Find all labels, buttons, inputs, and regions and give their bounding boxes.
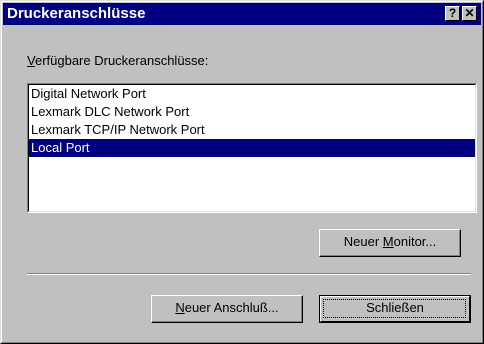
label-part: onitor... [393,234,437,249]
title-bar[interactable]: Druckeranschlüsse ? ✕ [3,3,481,25]
list-item-lexmark-dlc-network-port[interactable]: Lexmark DLC Network Port [29,103,475,121]
label-text: erfügbare Druckeranschlüsse: [34,53,209,68]
close-label: Schließen [366,300,424,315]
label-mnemonic: V [27,53,35,68]
new-monitor-label: Neuer Monitor... [344,234,437,249]
list-item-lexmark-tcpip-network-port[interactable]: Lexmark TCP/IP Network Port [29,121,475,139]
new-port-label: Neuer Anschluß... [175,300,278,315]
printer-ports-dialog: Druckeranschlüsse ? ✕ Verfügbare Drucker… [0,0,484,344]
list-item-local-port[interactable]: Local Port [29,139,475,157]
new-port-button[interactable]: Neuer Anschluß... [151,295,303,323]
close-icon[interactable]: ✕ [462,6,477,21]
separator [27,273,471,275]
available-ports-label: Verfügbare Druckeranschlüsse: [27,53,208,68]
listbox-inner: Digital Network Port Lexmark DLC Network… [28,84,476,212]
new-monitor-button[interactable]: Neuer Monitor... [319,229,461,257]
label-part: Neuer [343,234,383,249]
label-part: euer Anschluß... [184,300,279,315]
close-button[interactable]: Schließen [319,295,471,323]
help-icon[interactable]: ? [445,6,460,21]
list-item-digital-network-port[interactable]: Digital Network Port [29,85,475,103]
ports-listbox[interactable]: Digital Network Port Lexmark DLC Network… [27,83,477,213]
window-title: Druckeranschlüsse [7,5,146,22]
label-mnemonic: N [175,300,185,315]
label-mnemonic: M [382,234,394,249]
